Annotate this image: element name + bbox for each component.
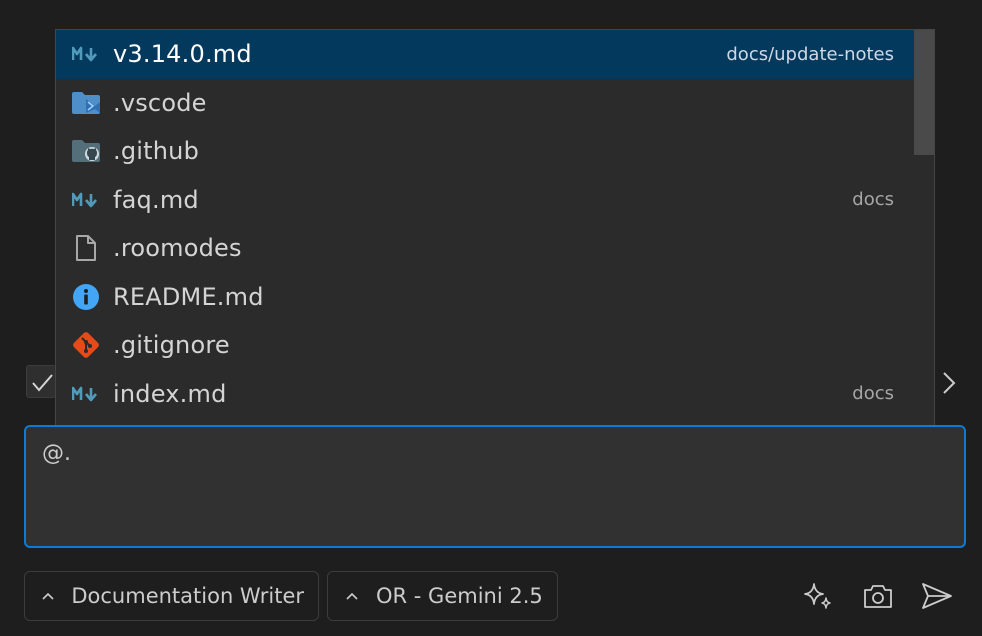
send-icon [922, 583, 952, 609]
info-icon [71, 283, 101, 311]
send-button[interactable] [919, 578, 955, 614]
chevron-right-icon[interactable] [938, 370, 960, 396]
enhance-prompt-button[interactable] [800, 578, 836, 614]
context-mention-popup: v3.14.0.md docs/update-notes .vscode .gi… [55, 29, 935, 427]
mention-item-name: v3.14.0.md [113, 40, 252, 69]
chat-input-box[interactable]: @. [24, 425, 966, 548]
mention-item-name: index.md [113, 379, 227, 408]
popup-scrollbar-thumb[interactable] [914, 30, 934, 155]
markdown-icon [71, 40, 101, 68]
sparkle-icon [804, 583, 831, 609]
mention-item[interactable]: v3.14.0.md docs/update-notes [56, 30, 915, 79]
github-folder-icon [71, 137, 101, 165]
file-icon [71, 234, 101, 262]
mention-item[interactable]: index.md docs [56, 370, 915, 419]
mention-item-path: docs [852, 383, 894, 405]
mention-item-path: docs/update-notes [726, 43, 894, 65]
mention-list: v3.14.0.md docs/update-notes .vscode .gi… [56, 30, 915, 418]
chevron-up-icon [41, 588, 55, 604]
chat-input[interactable]: @. [42, 441, 948, 466]
mention-item[interactable]: .github [56, 127, 915, 176]
mention-item-name: .roomodes [113, 234, 242, 263]
checkmark-icon [32, 374, 53, 392]
camera-icon [864, 585, 892, 608]
mention-item-name: .vscode [113, 88, 207, 117]
git-icon [71, 331, 101, 359]
mode-label: Documentation Writer [71, 584, 304, 608]
mode-selector[interactable]: Documentation Writer [24, 571, 319, 621]
mention-item-name: .github [113, 137, 199, 166]
chevron-up-icon [344, 588, 360, 604]
add-image-button[interactable] [860, 578, 896, 614]
mention-item-name: faq.md [113, 185, 199, 214]
popup-scrollbar[interactable] [914, 30, 934, 426]
mention-item[interactable]: faq.md docs [56, 176, 915, 225]
mention-item[interactable]: .roomodes [56, 224, 915, 273]
vscode-folder-icon [71, 89, 101, 117]
chat-panel: v3.14.0.md docs/update-notes .vscode .gi… [0, 0, 982, 636]
model-label: OR - Gemini 2.5 [376, 584, 543, 608]
mention-item[interactable]: .vscode [56, 79, 915, 128]
mention-item[interactable]: .gitignore [56, 321, 915, 370]
markdown-icon [71, 186, 101, 214]
model-selector[interactable]: OR - Gemini 2.5 [327, 571, 558, 621]
mention-item[interactable]: README.md [56, 273, 915, 322]
markdown-icon [71, 380, 101, 408]
approve-checkbox[interactable] [26, 365, 56, 398]
mention-item-name: .gitignore [113, 331, 230, 360]
mention-item-path: docs [852, 189, 894, 211]
mention-item-name: README.md [113, 282, 264, 311]
